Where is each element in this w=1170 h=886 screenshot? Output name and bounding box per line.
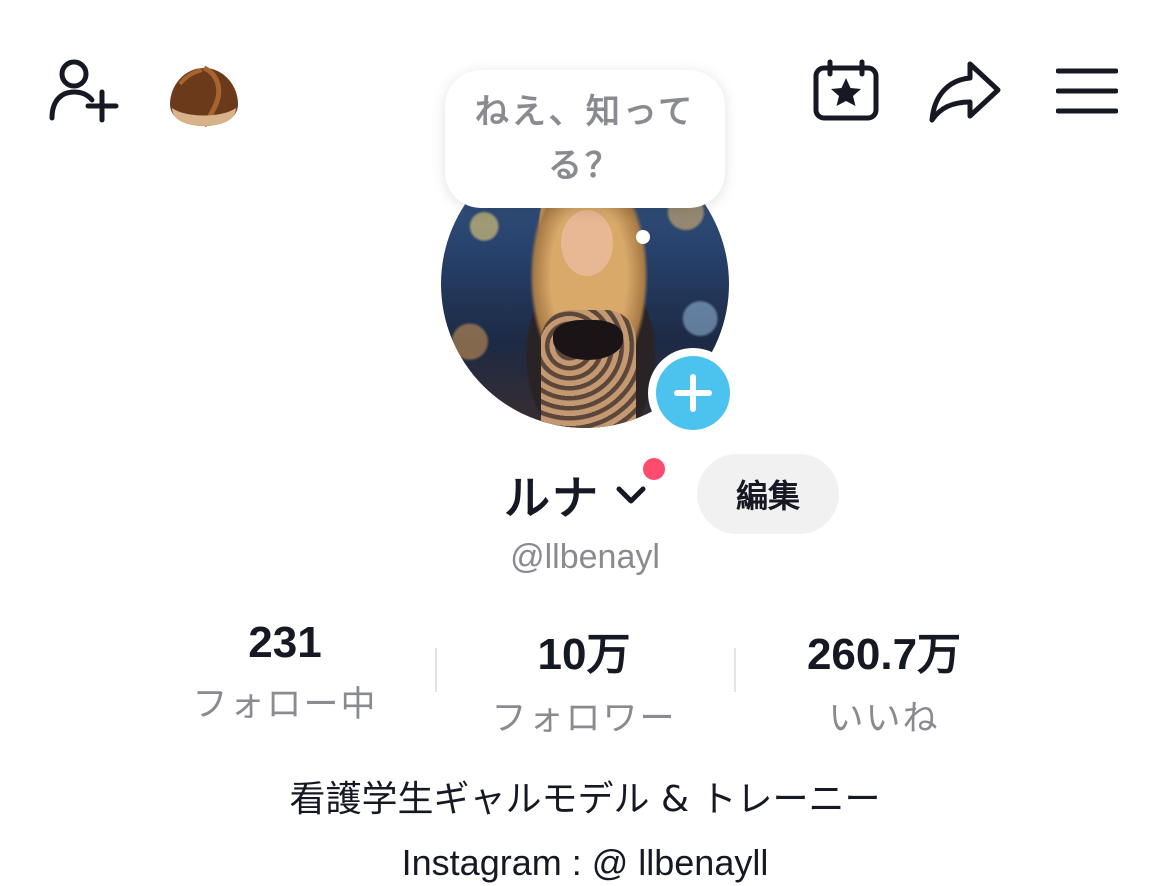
edit-profile-button[interactable]: 編集 bbox=[697, 454, 839, 534]
stat-following[interactable]: 231 フォロー中 bbox=[135, 618, 435, 727]
bio-text: 看護学生ギャルモデル & トレーニー bbox=[289, 779, 881, 820]
stat-followers[interactable]: 10万 フォロワー bbox=[434, 618, 734, 741]
notification-dot bbox=[643, 458, 665, 480]
avatar-bow bbox=[553, 320, 623, 360]
add-avatar-button[interactable] bbox=[648, 348, 738, 438]
note-bubble[interactable]: ねえ、知ってる？ bbox=[445, 70, 725, 208]
stat-value: 231 bbox=[248, 618, 322, 667]
stat-value: 10万 bbox=[537, 630, 631, 679]
add-friend-icon[interactable] bbox=[48, 58, 120, 124]
chevron-down-icon[interactable] bbox=[614, 480, 648, 510]
stat-likes[interactable]: 260.7万 いいね bbox=[734, 618, 1034, 741]
stat-label: いいね bbox=[828, 699, 940, 739]
chestnut-icon[interactable] bbox=[166, 64, 242, 128]
stat-value: 260.7万 bbox=[806, 630, 962, 679]
note-bubble-text: ねえ、知ってる？ bbox=[474, 92, 696, 186]
profile-name: ルナ bbox=[504, 471, 600, 525]
username-handle: @llbenayl bbox=[510, 538, 660, 576]
bio-instagram-link[interactable]: Instagram : @ llbenayll bbox=[0, 842, 1170, 884]
avatar-face bbox=[561, 210, 613, 276]
calendar-star-icon[interactable] bbox=[812, 58, 880, 122]
stat-label: フォロワー bbox=[491, 699, 677, 739]
plus-icon bbox=[656, 356, 730, 430]
note-bubble-tail bbox=[636, 230, 650, 244]
menu-icon[interactable] bbox=[1056, 66, 1118, 116]
share-icon[interactable] bbox=[926, 58, 1002, 124]
stat-label: フォロー中 bbox=[192, 685, 378, 725]
